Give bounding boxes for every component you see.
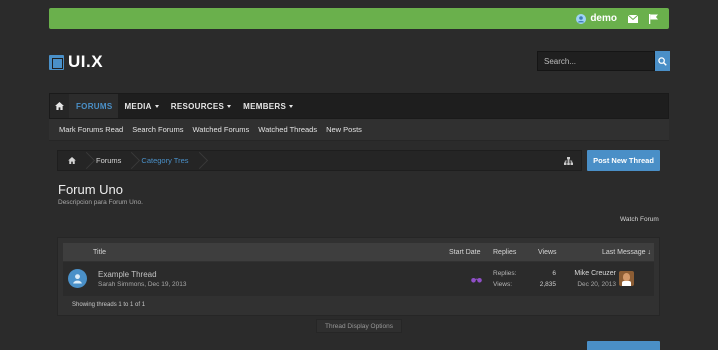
thread-title-link[interactable]: Example Thread xyxy=(98,270,157,279)
page-title: Forum Uno xyxy=(58,182,124,197)
table-row: Example Thread Sarah Simmons, Dec 19, 20… xyxy=(63,262,654,296)
breadcrumb-category-tres[interactable]: Category Tres xyxy=(131,151,198,170)
nav-tab-resources[interactable]: RESOURCES xyxy=(165,94,237,118)
username: demo xyxy=(590,13,617,24)
replies-label: Replies: xyxy=(493,270,517,277)
search-input[interactable] xyxy=(537,51,655,71)
col-replies[interactable]: Replies xyxy=(493,249,516,256)
thread-list: Title Start Date Replies Views Last Mess… xyxy=(57,237,660,316)
replies-count: 6 xyxy=(552,270,556,277)
search-button[interactable] xyxy=(655,51,670,71)
chevron-down-icon xyxy=(227,104,232,108)
sitemap-icon[interactable] xyxy=(564,152,573,170)
user-icon xyxy=(575,13,586,24)
post-new-thread-button-bottom[interactable] xyxy=(587,341,660,350)
subnav-watched-threads[interactable]: Watched Threads xyxy=(258,125,317,134)
col-title[interactable]: Title xyxy=(93,249,106,256)
views-label: Views: xyxy=(493,281,513,288)
forum-description: Descripcion para Forum Uno. xyxy=(58,199,143,206)
subnav-new-posts[interactable]: New Posts xyxy=(326,125,362,134)
last-message-date[interactable]: Dec 20, 2013 xyxy=(577,281,616,288)
user-icon xyxy=(73,274,82,284)
sub-navigation: Mark Forums Read Search Forums Watched F… xyxy=(49,119,669,141)
col-last-message[interactable]: Last Message ↓ xyxy=(602,249,651,256)
last-poster-avatar[interactable] xyxy=(619,271,634,286)
search-icon xyxy=(658,56,667,66)
envelope-icon[interactable] xyxy=(627,13,638,24)
nav-home-button[interactable] xyxy=(50,94,70,118)
site-logo[interactable]: UI.X xyxy=(49,52,103,72)
home-icon xyxy=(55,102,64,110)
last-message-user[interactable]: Mike Creuzer xyxy=(574,270,616,277)
logo-text: UI.X xyxy=(68,52,104,71)
main-navigation: FORUMS MEDIA RESOURCES MEMBERS xyxy=(49,93,669,119)
post-new-thread-button[interactable]: Post New Thread xyxy=(587,150,660,171)
avatar[interactable] xyxy=(68,269,87,288)
flag-icon[interactable] xyxy=(648,13,659,24)
thread-display-options-button[interactable]: Thread Display Options xyxy=(316,319,402,333)
chevron-down-icon xyxy=(154,104,159,108)
views-count: 2,835 xyxy=(539,281,556,288)
thread-count: Showing threads 1 to 1 of 1 xyxy=(72,302,146,308)
nav-tab-media[interactable]: MEDIA xyxy=(118,94,164,118)
thread-author-date[interactable]: Sarah Simmons, Dec 19, 2013 xyxy=(98,281,187,288)
breadcrumb: Forums Category Tres xyxy=(57,150,582,171)
logo-mark-icon xyxy=(49,54,64,70)
nav-tab-forums[interactable]: FORUMS xyxy=(70,94,119,118)
subnav-search-forums[interactable]: Search Forums xyxy=(132,125,183,134)
subnav-watched-forums[interactable]: Watched Forums xyxy=(192,125,249,134)
user-topbar: demo xyxy=(49,8,669,29)
chevron-down-icon xyxy=(289,104,294,108)
nav-tab-members[interactable]: MEMBERS xyxy=(237,94,299,118)
home-icon xyxy=(68,157,76,164)
col-start-date[interactable]: Start Date xyxy=(449,249,481,256)
breadcrumb-forums[interactable]: Forums xyxy=(86,151,131,170)
glasses-icon xyxy=(471,270,482,288)
col-views[interactable]: Views xyxy=(538,249,557,256)
thread-list-header: Title Start Date Replies Views Last Mess… xyxy=(63,243,654,261)
subnav-mark-forums-read[interactable]: Mark Forums Read xyxy=(59,125,123,134)
breadcrumb-home[interactable] xyxy=(58,151,86,170)
watch-forum-link[interactable]: Watch Forum xyxy=(620,216,659,223)
search-box xyxy=(537,51,670,71)
user-menu[interactable]: demo xyxy=(575,13,617,24)
